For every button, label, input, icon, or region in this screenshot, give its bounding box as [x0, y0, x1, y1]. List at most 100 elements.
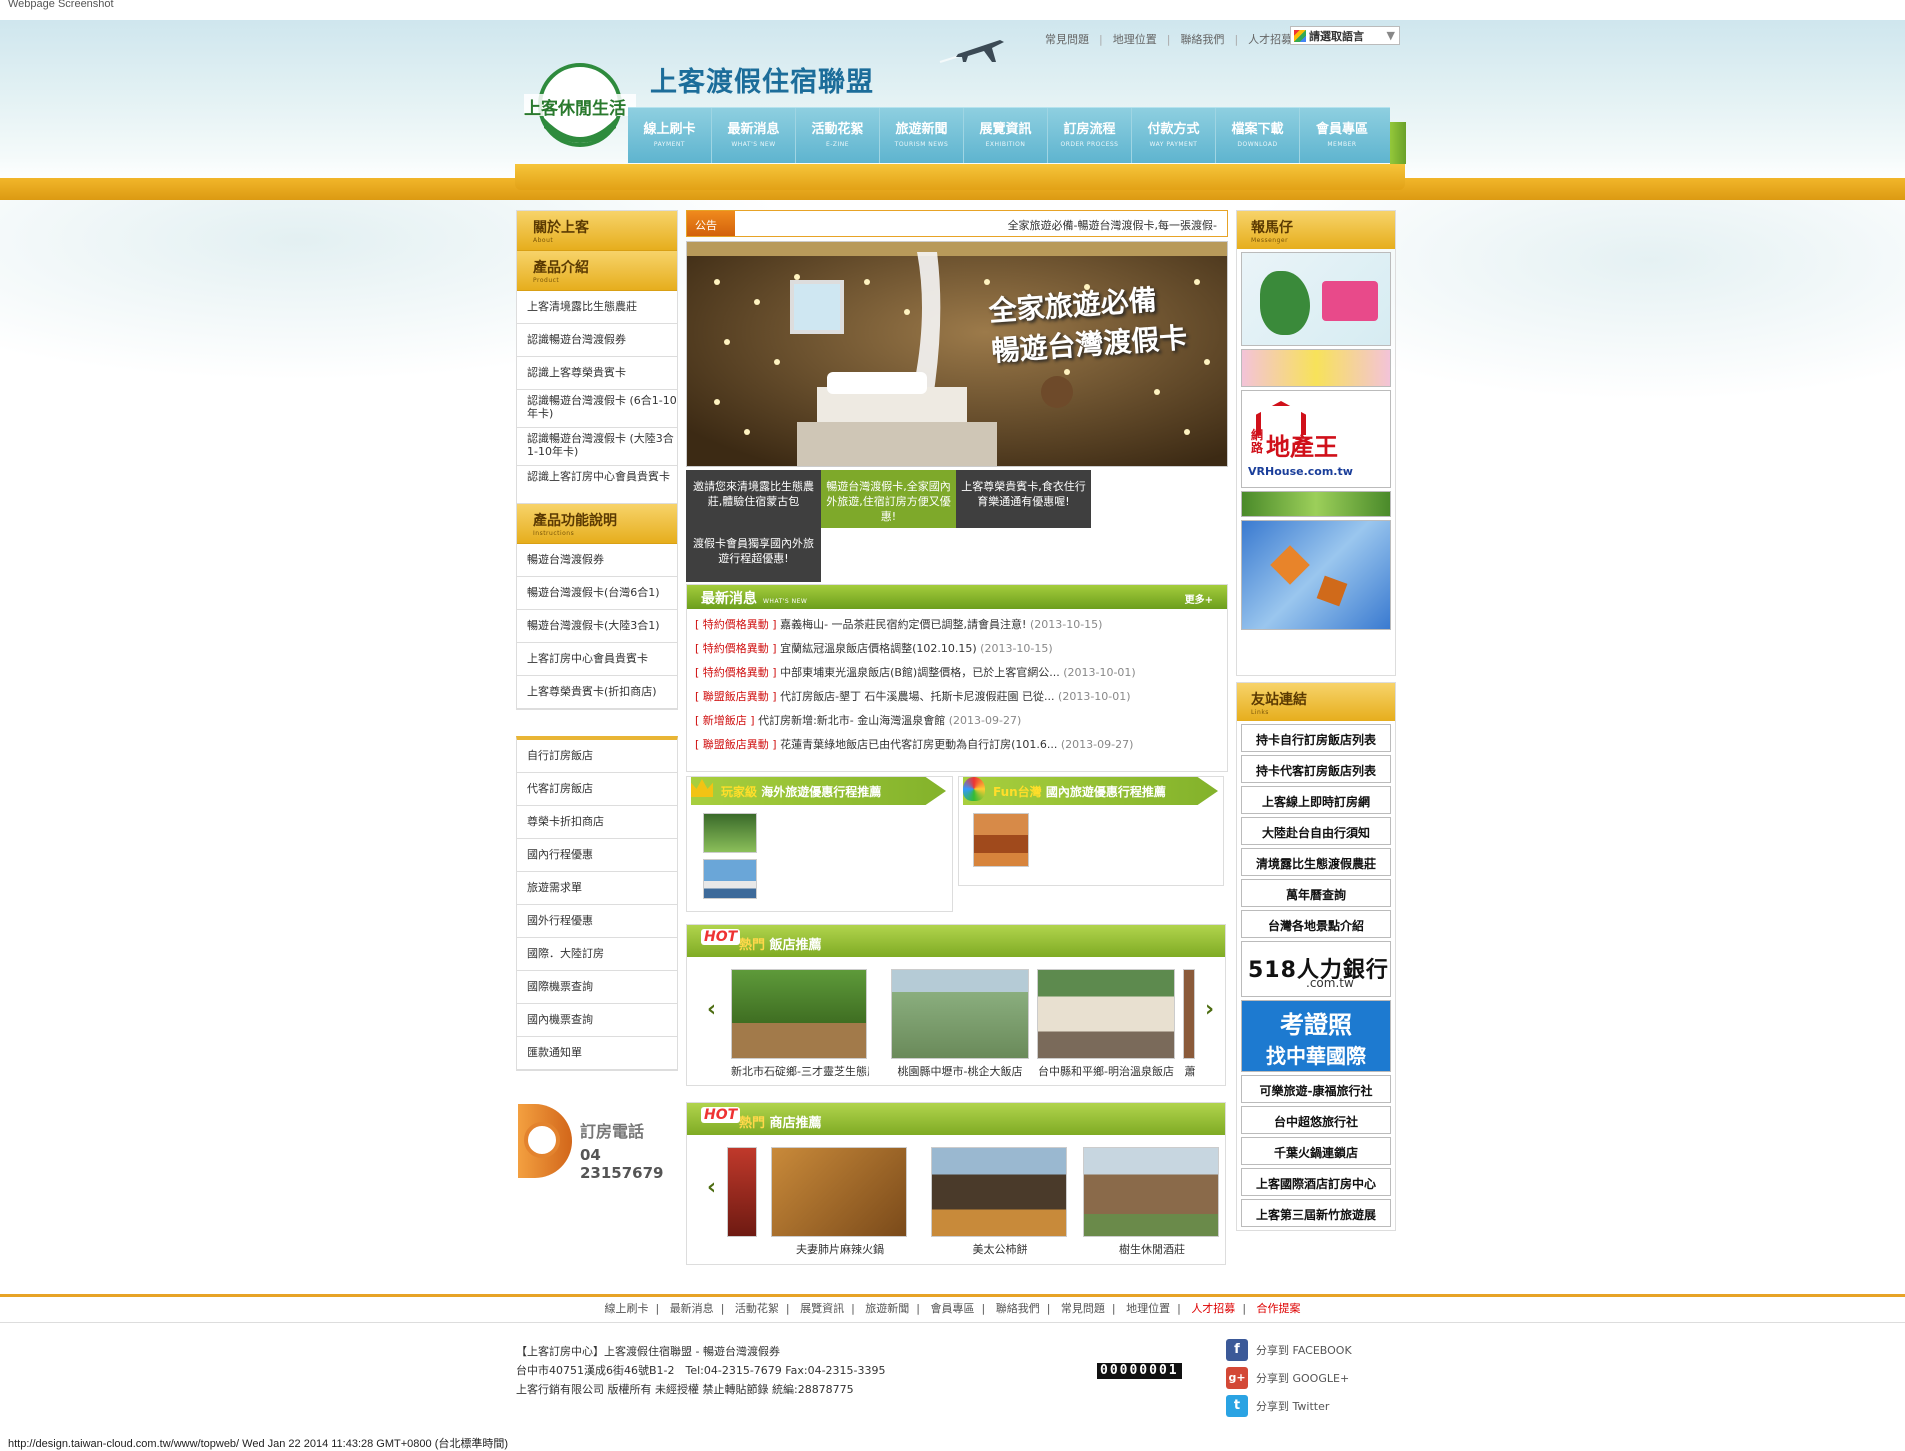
nav-payment[interactable]: 線上刷卡 PAYMENT — [628, 108, 712, 163]
sidebar-item-service[interactable]: 代客訂房飯店 — [517, 773, 677, 806]
site-logo[interactable]: 上客休閒生活 — [520, 58, 638, 150]
news-item[interactable]: [ 特約價格異動 ] 嘉義梅山- 一品茶莊民宿約定價已調整,請會員注意! (20… — [687, 609, 1227, 633]
booking-phone-banner[interactable]: 訂房電話 04 23157679 — [518, 1096, 678, 1186]
sidebar-item-service[interactable]: 匯款通知單 — [517, 1037, 677, 1070]
nav-download[interactable]: 檔案下載 DOWNLOAD — [1216, 108, 1300, 163]
carousel-prev-arrow[interactable]: ‹ — [707, 1175, 716, 1200]
shop-caption[interactable]: 樹生休閒酒莊 — [1083, 1241, 1221, 1257]
nav-order-process[interactable]: 訂房流程 ORDER PROCESS — [1048, 108, 1132, 163]
footer-link[interactable]: 聯絡我們 — [996, 1302, 1040, 1315]
sidebar-item-service[interactable]: 國際機票查詢 — [517, 971, 677, 1004]
friend-link[interactable]: 可樂旅遊-康福旅行社 — [1241, 1075, 1391, 1103]
friend-link[interactable]: 持卡自行訂房飯店列表 — [1241, 724, 1391, 752]
friend-link[interactable]: 千葉火鍋連鎖店 — [1241, 1137, 1391, 1165]
shop-photo[interactable] — [727, 1147, 757, 1237]
ad-518-job-bank[interactable]: 518人力銀行 .com.tw — [1241, 941, 1391, 997]
nav-news[interactable]: 最新消息 WHAT'S NEW — [712, 108, 796, 163]
ad-taiwan-card[interactable] — [1241, 252, 1391, 346]
promo-thumb-opera-house[interactable] — [703, 859, 757, 899]
top-link-faq[interactable]: 常見問題 — [1045, 31, 1089, 47]
promo-thumb-monument-valley[interactable] — [973, 813, 1029, 867]
friend-link[interactable]: 持卡代客訂房飯店列表 — [1241, 755, 1391, 783]
friend-link[interactable]: 萬年曆查詢 — [1241, 879, 1391, 907]
ad-green-banner[interactable] — [1241, 491, 1391, 517]
nav-way-payment[interactable]: 付款方式 WAY PAYMENT — [1132, 108, 1216, 163]
nav-ezine[interactable]: 活動花絮 E-ZINE — [796, 108, 880, 163]
shop-photo[interactable] — [1083, 1147, 1219, 1237]
sidebar-item-service[interactable]: 國際．大陸訂房 — [517, 938, 677, 971]
banner-tile[interactable]: 上客尊榮貴賓卡,食衣住行育樂通通有優惠喔! — [956, 470, 1091, 528]
footer-link[interactable]: 旅遊新聞 — [865, 1302, 909, 1315]
top-link-careers[interactable]: 人才招募 — [1248, 31, 1292, 47]
banner-tile[interactable]: 暢遊台灣渡假卡,全家國內外旅遊,住宿訂房方便又優惠! — [821, 470, 956, 528]
banner-tile[interactable]: 邀請您來清境露比生態農莊,體驗住宿蒙古包 — [686, 470, 821, 528]
footer-link[interactable]: 常見問題 — [1061, 1302, 1105, 1315]
sidebar-item-instruction[interactable]: 暢遊台灣渡假卡(台灣6合1) — [517, 577, 677, 610]
sidebar-item-service[interactable]: 旅遊需求單 — [517, 872, 677, 905]
news-item[interactable]: [ 聯盟飯店異動 ] 花蓮青葉綠地飯店已由代客訂房更動為自行訂房(101.6..… — [687, 729, 1227, 753]
sidebar-item-instruction[interactable]: 上客訂房中心會員貴賓卡 — [517, 643, 677, 676]
friend-link[interactable]: 台中超悠旅行社 — [1241, 1106, 1391, 1134]
footer-link[interactable]: 最新消息 — [670, 1302, 714, 1315]
sidebar-item-service[interactable]: 國內行程優惠 — [517, 839, 677, 872]
sidebar-item-service[interactable]: 自行訂房飯店 — [517, 740, 677, 773]
hotel-photo[interactable] — [891, 969, 1029, 1059]
ad-exam-cert[interactable]: 考證照 找中華國際 — [1241, 1000, 1391, 1072]
hotel-photo[interactable] — [1183, 969, 1195, 1059]
footer-link[interactable]: 地理位置 — [1126, 1302, 1170, 1315]
nav-tourism-news[interactable]: 旅遊新聞 TOURISM NEWS — [880, 108, 964, 163]
sidebar-item-product[interactable]: 認識上客訂房中心會員貴賓卡 — [517, 466, 677, 504]
sidebar-item-instruction[interactable]: 暢遊台灣渡假卡(大陸3合1) — [517, 610, 677, 643]
news-item[interactable]: [ 特約價格異動 ] 宜蘭紘冠溫泉飯店價格調整(102.10.15) (2013… — [687, 633, 1227, 657]
notice-marquee[interactable]: 全家旅遊必備-暢遊台灣渡假卡,每一張渡假- — [1008, 217, 1217, 233]
friend-link[interactable]: 上客線上即時訂房網 — [1241, 786, 1391, 814]
hotel-caption[interactable]: 新北市石碇鄉-三才靈芝生態農場 — [731, 1063, 869, 1079]
news-more-link[interactable]: 更多+ — [1185, 591, 1213, 606]
shop-caption[interactable]: 夫妻肺片麻辣火鍋 — [771, 1241, 909, 1257]
sidebar-item-product[interactable]: 認識暢遊台灣渡假卡 (6合1-10年卡) — [517, 390, 677, 428]
about-heading[interactable]: 關於上客 About — [517, 211, 677, 251]
friend-link[interactable]: 清境露比生態渡假農莊 — [1241, 848, 1391, 876]
nav-member[interactable]: 會員專區 MEMBER — [1300, 108, 1384, 163]
friend-link[interactable]: 大陸赴台自由行須知 — [1241, 817, 1391, 845]
footer-link-partnership[interactable]: 合作提案 — [1257, 1302, 1301, 1315]
language-select[interactable]: 請選取語言 ▼ — [1290, 26, 1400, 45]
footer-link[interactable]: 會員專區 — [931, 1302, 975, 1315]
sidebar-item-product[interactable]: 上客清境露比生態農莊 — [517, 291, 677, 324]
banner-tile[interactable]: 渡假卡會員獨享國內外旅遊行程超優惠! — [686, 528, 821, 582]
friend-link[interactable]: 台灣各地景點介紹 — [1241, 910, 1391, 938]
sidebar-item-product[interactable]: 認識暢遊台灣渡假卡 (大陸3合1-10年卡) — [517, 428, 677, 466]
nav-exhibition[interactable]: 展覽資訊 EXHIBITION — [964, 108, 1048, 163]
shop-caption[interactable]: 美太公柿餅 — [931, 1241, 1069, 1257]
news-item[interactable]: [ 聯盟飯店異動 ] 代訂房飯店-墾丁 石牛溪農場、托斯卡尼渡假莊園 已從...… — [687, 681, 1227, 705]
footer-link[interactable]: 活動花絮 — [735, 1302, 779, 1315]
sidebar-item-service[interactable]: 國外行程優惠 — [517, 905, 677, 938]
promo-thumb-waterfall[interactable] — [703, 813, 757, 853]
sidebar-item-service[interactable]: 尊榮卡折扣商店 — [517, 806, 677, 839]
carousel-next-arrow[interactable]: › — [1205, 997, 1214, 1022]
sidebar-item-instruction[interactable]: 上客尊榮貴賓卡(折扣商店) — [517, 676, 677, 709]
hotel-caption[interactable]: 蕭 — [1183, 1063, 1197, 1079]
ad-vrhouse[interactable]: 網路 地產王 VRHouse.com.tw — [1241, 390, 1391, 488]
footer-link-careers[interactable]: 人才招募 — [1191, 1302, 1235, 1315]
share-twitter[interactable]: t 分享到 Twitter — [1226, 1392, 1352, 1420]
share-facebook[interactable]: f 分享到 FACEBOOK — [1226, 1336, 1352, 1364]
hotel-caption[interactable]: 台中縣和平鄉-明治溫泉飯店 — [1037, 1063, 1175, 1079]
news-item[interactable]: [ 新增飯店 ] 代訂房新增:新北市- 金山海灣溫泉會館 (2013-09-27… — [687, 705, 1227, 729]
ad-ruby-farm[interactable] — [1241, 349, 1391, 387]
top-link-location[interactable]: 地理位置 — [1113, 31, 1157, 47]
shop-photo[interactable] — [771, 1147, 907, 1237]
top-link-contact[interactable]: 聯絡我們 — [1180, 31, 1224, 47]
friend-link[interactable]: 上客第三屆新竹旅遊展 — [1241, 1199, 1391, 1227]
hotel-photo[interactable] — [731, 969, 867, 1059]
footer-link[interactable]: 展覽資訊 — [800, 1302, 844, 1315]
footer-link[interactable]: 線上刷卡 — [604, 1302, 648, 1315]
share-google-plus[interactable]: g+ 分享到 GOOGLE+ — [1226, 1364, 1352, 1392]
friend-link[interactable]: 上客國際酒店訂房中心 — [1241, 1168, 1391, 1196]
carousel-prev-arrow[interactable]: ‹ — [707, 997, 716, 1022]
shop-photo[interactable] — [931, 1147, 1067, 1237]
hotel-photo[interactable] — [1037, 969, 1175, 1059]
sidebar-item-instruction[interactable]: 暢遊台灣渡假券 — [517, 544, 677, 577]
ad-autumn-leaves[interactable] — [1241, 520, 1391, 630]
news-item[interactable]: [ 特約價格異動 ] 中部東埔東光溫泉飯店(B館)調整價格，已於上客官網公...… — [687, 657, 1227, 681]
